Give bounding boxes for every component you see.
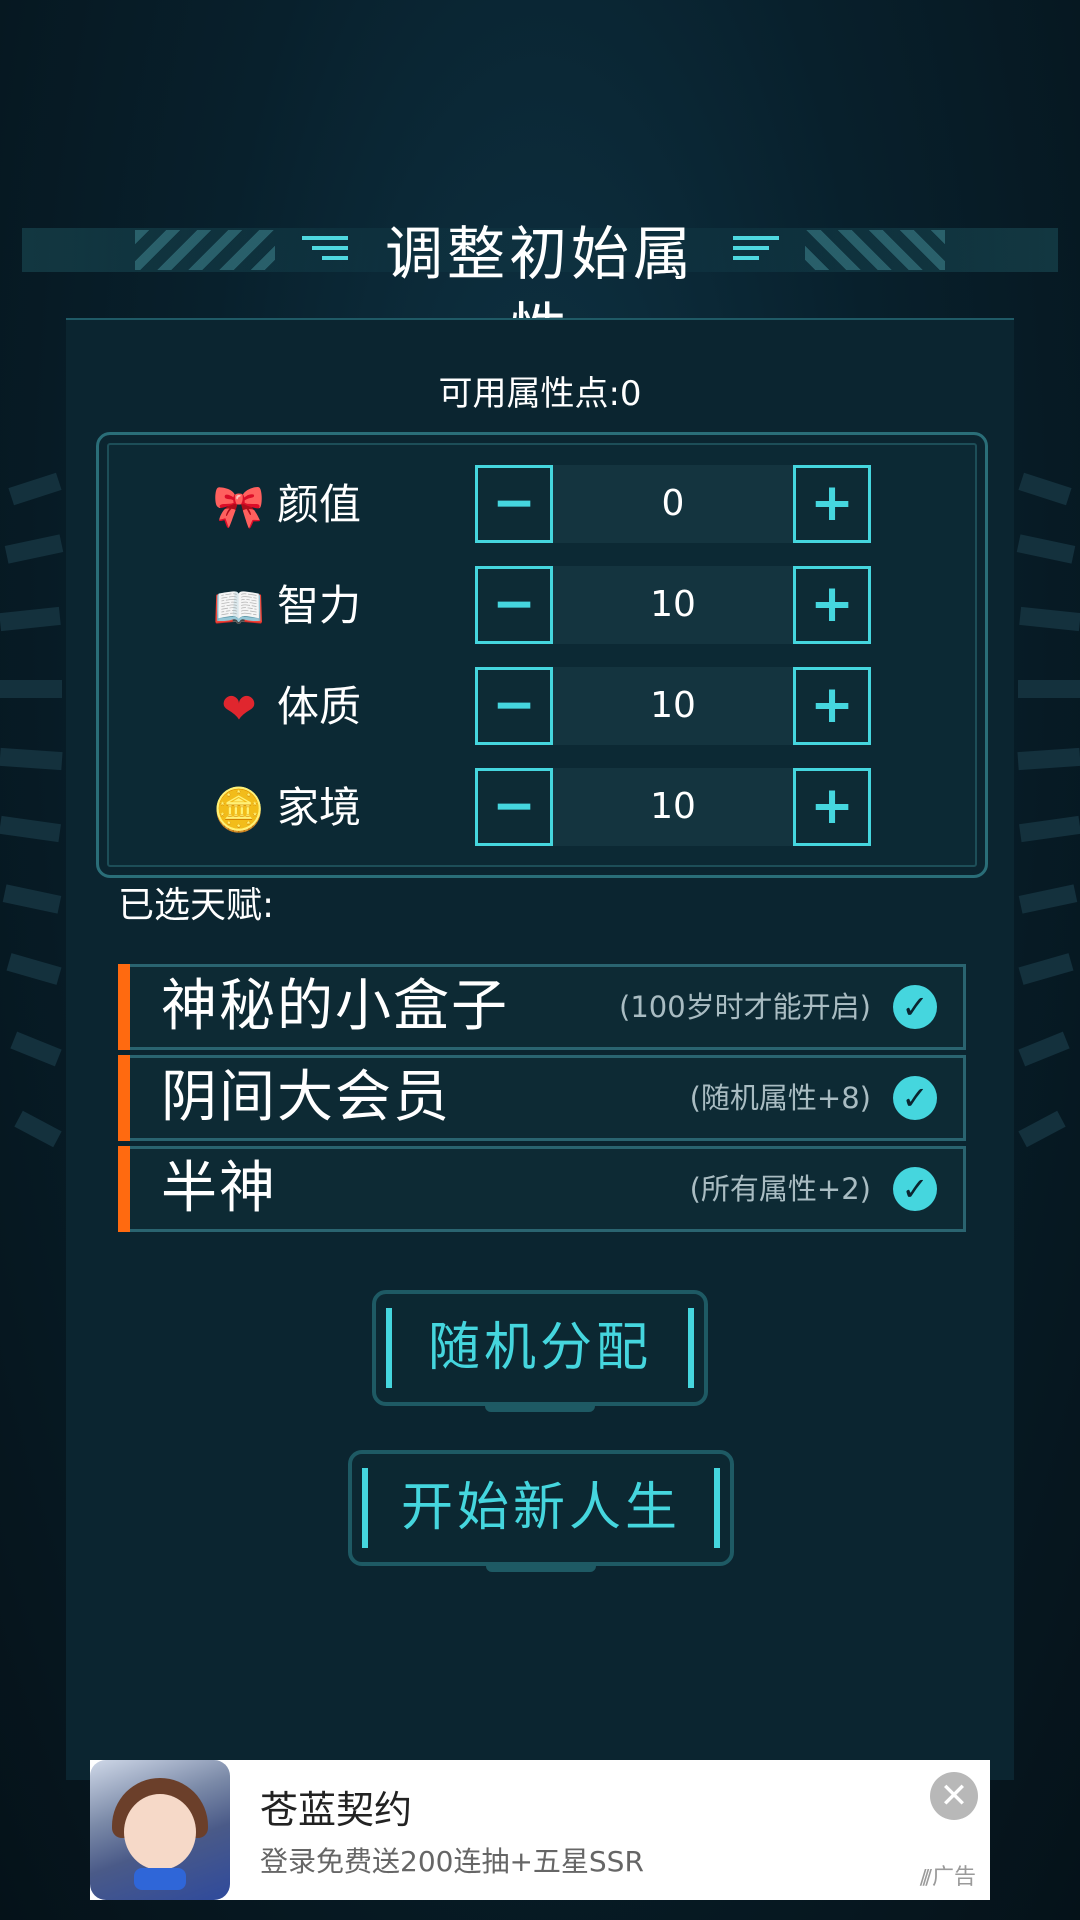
talent-rarity-bar: [118, 1055, 130, 1141]
talent-description: (随机属性+8): [689, 1081, 871, 1115]
button-foot: [486, 1564, 596, 1572]
talent-description: (所有属性+2): [689, 1172, 871, 1206]
attribute-value: 0: [553, 465, 793, 543]
increase-button[interactable]: +: [793, 566, 871, 644]
decrease-button[interactable]: −: [475, 667, 553, 745]
ad-subtitle: 登录免费送200连抽+五星SSR: [260, 1845, 644, 1878]
attribute-label: 体质: [277, 682, 362, 731]
attribute-row-family: 🪙 家境 − 10 +: [99, 768, 985, 846]
button-foot: [485, 1404, 595, 1412]
talent-name: 神秘的小盒子: [161, 974, 509, 1039]
ad-thumbnail: [90, 1760, 230, 1900]
talent-name: 阴间大会员: [161, 1065, 451, 1130]
left-decoration: [0, 472, 70, 1240]
talent-item[interactable]: 神秘的小盒子 (100岁时才能开启) ✓: [118, 964, 966, 1050]
ad-tag: ///广告: [920, 1863, 976, 1892]
attribute-stepper: − 10 +: [475, 667, 871, 745]
available-points: 可用属性点:0: [438, 374, 642, 414]
attribute-stepper: − 0 +: [475, 465, 871, 543]
start-new-life-button[interactable]: 开始新人生: [348, 1450, 734, 1572]
header-lines-left-icon: [302, 236, 348, 264]
random-allocate-label: 随机分配: [427, 1318, 652, 1378]
start-new-life-label: 开始新人生: [400, 1478, 681, 1538]
check-icon: ✓: [893, 985, 937, 1029]
random-allocate-button[interactable]: 随机分配: [372, 1290, 708, 1412]
check-icon: ✓: [893, 1167, 937, 1211]
decrease-button[interactable]: −: [475, 566, 553, 644]
increase-button[interactable]: +: [793, 667, 871, 745]
ad-title: 苍蓝契约: [260, 1788, 413, 1832]
talent-rarity-bar: [118, 964, 130, 1050]
header-stripes-right: [805, 230, 945, 270]
bow-icon: 🎀: [212, 482, 266, 531]
ad-banner[interactable]: 苍蓝契约 登录免费送200连抽+五星SSR ✕ ///广告: [90, 1760, 990, 1900]
attribute-label: 智力: [277, 581, 362, 630]
book-icon: 📖: [212, 583, 266, 632]
talent-rarity-bar: [118, 1146, 130, 1232]
increase-button[interactable]: +: [793, 768, 871, 846]
increase-button[interactable]: +: [793, 465, 871, 543]
talent-item[interactable]: 阴间大会员 (随机属性+8) ✓: [118, 1055, 966, 1141]
talent-name: 半神: [161, 1156, 277, 1221]
talent-item[interactable]: 半神 (所有属性+2) ✓: [118, 1146, 966, 1232]
decrease-button[interactable]: −: [475, 768, 553, 846]
attribute-row-appearance: 🎀 颜值 − 0 +: [99, 465, 985, 543]
selected-talents-label: 已选天赋:: [118, 885, 275, 926]
check-icon: ✓: [893, 1076, 937, 1120]
attribute-label: 颜值: [277, 480, 362, 529]
attribute-stepper: − 10 +: [475, 768, 871, 846]
attribute-row-constitution: ❤ 体质 − 10 +: [99, 667, 985, 745]
attribute-value: 10: [553, 768, 793, 846]
header-stripes-left: [135, 230, 275, 270]
header-lines-right-icon: [733, 236, 779, 264]
ad-logo-icon: ///: [919, 1865, 932, 1889]
heart-icon: ❤: [221, 684, 257, 733]
attribute-value: 10: [553, 667, 793, 745]
coin-icon: 🪙: [212, 785, 266, 834]
attribute-value: 10: [553, 566, 793, 644]
attribute-label: 家境: [277, 783, 362, 832]
decrease-button[interactable]: −: [475, 465, 553, 543]
attribute-row-intelligence: 📖 智力 − 10 +: [99, 566, 985, 644]
attribute-frame: 🎀 颜值 − 0 + 📖 智力 − 10 + ❤ 体质 − 10 + 🪙 家境 …: [96, 432, 988, 878]
right-decoration: [1010, 472, 1080, 1240]
ad-tag-label: 广告: [931, 1865, 976, 1890]
attribute-stepper: − 10 +: [475, 566, 871, 644]
talent-description: (100岁时才能开启): [619, 990, 871, 1024]
close-icon[interactable]: ✕: [930, 1772, 978, 1820]
